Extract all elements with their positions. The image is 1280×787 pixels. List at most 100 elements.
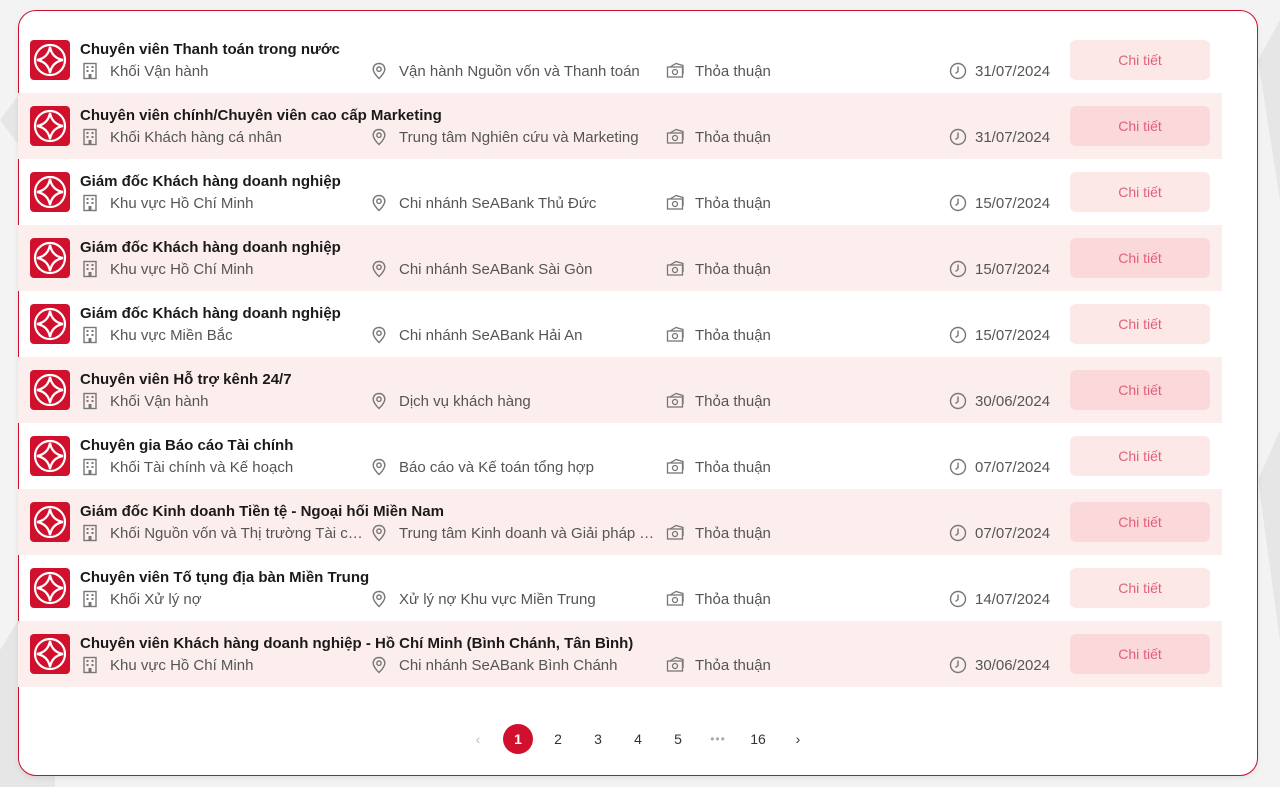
job-salary: Thỏa thuận [666, 194, 771, 212]
job-title[interactable]: Chuyên gia Báo cáo Tài chính [80, 437, 293, 454]
building-icon [83, 128, 97, 146]
job-deadline: 30/06/2024 [949, 656, 1050, 674]
job-title[interactable]: Giám đốc Khách hàng doanh nghiệp [80, 305, 341, 322]
page-button-4[interactable]: 4 [623, 724, 653, 754]
location-text: Chi nhánh SeABank Sài Gòn [399, 260, 593, 278]
salary-text: Thỏa thuận [695, 590, 771, 608]
deadline-text: 31/07/2024 [975, 62, 1051, 80]
job-row[interactable]: Chuyên viên Tố tụng địa bàn Miền Trung K… [18, 555, 1222, 621]
job-location: Vận hành Nguồn vốn và Thanh toán [370, 62, 640, 80]
detail-button[interactable]: Chi tiết [1070, 502, 1210, 542]
page-button-16[interactable]: 16 [743, 724, 773, 754]
job-title[interactable]: Giám đốc Khách hàng doanh nghiệp [80, 239, 341, 256]
department-text: Khu vực Hồ Chí Minh [110, 260, 254, 278]
detail-button[interactable]: Chi tiết [1070, 304, 1210, 344]
job-department: Khu vực Hồ Chí Minh [81, 656, 253, 674]
job-salary: Thỏa thuận [666, 590, 771, 608]
job-location: Chi nhánh SeABank Sài Gòn [370, 260, 592, 278]
salary-text: Thỏa thuận [695, 656, 771, 674]
next-page-button[interactable]: › [783, 724, 813, 754]
job-row[interactable]: Giám đốc Khách hàng doanh nghiệp Khu vực… [18, 225, 1222, 291]
money-icon [666, 62, 684, 78]
job-deadline: 07/07/2024 [949, 458, 1050, 476]
page-button-5[interactable]: 5 [663, 724, 693, 754]
job-title[interactable]: Chuyên viên Khách hàng doanh nghiệp - Hồ… [80, 635, 633, 652]
job-location: Dịch vụ khách hàng [370, 392, 531, 410]
job-row[interactable]: Giám đốc Khách hàng doanh nghiệp Khu vực… [18, 159, 1222, 225]
job-title[interactable]: Chuyên viên Thanh toán trong nước [80, 41, 340, 58]
job-department: Khu vực Miền Bắc [81, 326, 233, 344]
money-icon [666, 194, 684, 210]
job-title[interactable]: Giám đốc Kinh doanh Tiền tệ - Ngoại hối … [80, 503, 444, 520]
job-row[interactable]: Chuyên viên Khách hàng doanh nghiệp - Hồ… [18, 621, 1222, 687]
map-pin-icon [372, 62, 386, 80]
seabank-logo [30, 634, 70, 674]
department-text: Khu vực Miền Bắc [110, 326, 233, 344]
page-button-1[interactable]: 1 [503, 724, 533, 754]
job-title[interactable]: Giám đốc Khách hàng doanh nghiệp [80, 173, 341, 190]
money-icon [666, 590, 684, 606]
job-row[interactable]: Chuyên viên Hỗ trợ kênh 24/7 Khối Vận hà… [18, 357, 1222, 423]
job-row[interactable]: Chuyên viên Thanh toán trong nước Khối V… [18, 27, 1222, 93]
salary-text: Thỏa thuận [695, 62, 771, 80]
clock-icon [949, 590, 967, 608]
deadline-text: 30/06/2024 [975, 392, 1051, 410]
job-department: Khối Tài chính và Kế hoạch [81, 458, 293, 476]
seabank-logo [30, 172, 70, 212]
page-button-3[interactable]: 3 [583, 724, 613, 754]
job-title[interactable]: Chuyên viên Tố tụng địa bàn Miền Trung [80, 569, 369, 586]
seabank-logo [30, 106, 70, 146]
seabank-logo [30, 304, 70, 344]
clock-icon [949, 392, 967, 410]
detail-button[interactable]: Chi tiết [1070, 634, 1210, 674]
job-salary: Thỏa thuận [666, 128, 771, 146]
deadline-text: 07/07/2024 [975, 524, 1051, 542]
money-icon [666, 458, 684, 474]
job-department: Khối Khách hàng cá nhân [81, 128, 282, 146]
deadline-text: 07/07/2024 [975, 458, 1051, 476]
job-row[interactable]: Giám đốc Khách hàng doanh nghiệp Khu vực… [18, 291, 1222, 357]
map-pin-icon [372, 194, 386, 212]
money-icon [666, 128, 684, 144]
detail-button[interactable]: Chi tiết [1070, 370, 1210, 410]
job-row[interactable]: Giám đốc Kinh doanh Tiền tệ - Ngoại hối … [18, 489, 1222, 555]
map-pin-icon [372, 524, 386, 542]
job-deadline: 15/07/2024 [949, 326, 1050, 344]
job-row[interactable]: Chuyên viên chính/Chuyên viên cao cấp Ma… [18, 93, 1222, 159]
money-icon [666, 656, 684, 672]
detail-button[interactable]: Chi tiết [1070, 568, 1210, 608]
detail-button[interactable]: Chi tiết [1070, 238, 1210, 278]
salary-text: Thỏa thuận [695, 128, 771, 146]
job-deadline: 15/07/2024 [949, 260, 1050, 278]
map-pin-icon [372, 590, 386, 608]
deadline-text: 30/06/2024 [975, 656, 1051, 674]
job-location: Chi nhánh SeABank Thủ Đức [370, 194, 596, 212]
page-button-2[interactable]: 2 [543, 724, 573, 754]
detail-button[interactable]: Chi tiết [1070, 40, 1210, 80]
job-deadline: 30/06/2024 [949, 392, 1050, 410]
job-salary: Thỏa thuận [666, 458, 771, 476]
seabank-logo [30, 370, 70, 410]
department-text: Khối Vận hành [110, 62, 209, 80]
seabank-logo [30, 568, 70, 608]
clock-icon [949, 194, 967, 212]
detail-button[interactable]: Chi tiết [1070, 106, 1210, 146]
detail-button[interactable]: Chi tiết [1070, 172, 1210, 212]
job-department: Khu vực Hồ Chí Minh [81, 194, 253, 212]
map-pin-icon [372, 326, 386, 344]
job-deadline: 15/07/2024 [949, 194, 1050, 212]
prev-page-button[interactable]: ‹ [463, 724, 493, 754]
job-title[interactable]: Chuyên viên Hỗ trợ kênh 24/7 [80, 371, 292, 388]
job-row[interactable]: Chuyên gia Báo cáo Tài chính Khối Tài ch… [18, 423, 1222, 489]
detail-button[interactable]: Chi tiết [1070, 436, 1210, 476]
job-title[interactable]: Chuyên viên chính/Chuyên viên cao cấp Ma… [80, 107, 442, 124]
building-icon [83, 590, 97, 608]
location-text: Xử lý nợ Khu vực Miền Trung [399, 590, 596, 608]
job-location: Xử lý nợ Khu vực Miền Trung [370, 590, 596, 608]
pagination-ellipsis[interactable]: ••• [703, 724, 733, 754]
money-icon [666, 392, 684, 408]
location-text: Trung tâm Kinh doanh và Giải pháp Tiền t… [399, 524, 661, 542]
deadline-text: 15/07/2024 [975, 260, 1051, 278]
job-deadline: 31/07/2024 [949, 128, 1050, 146]
job-deadline: 14/07/2024 [949, 590, 1050, 608]
